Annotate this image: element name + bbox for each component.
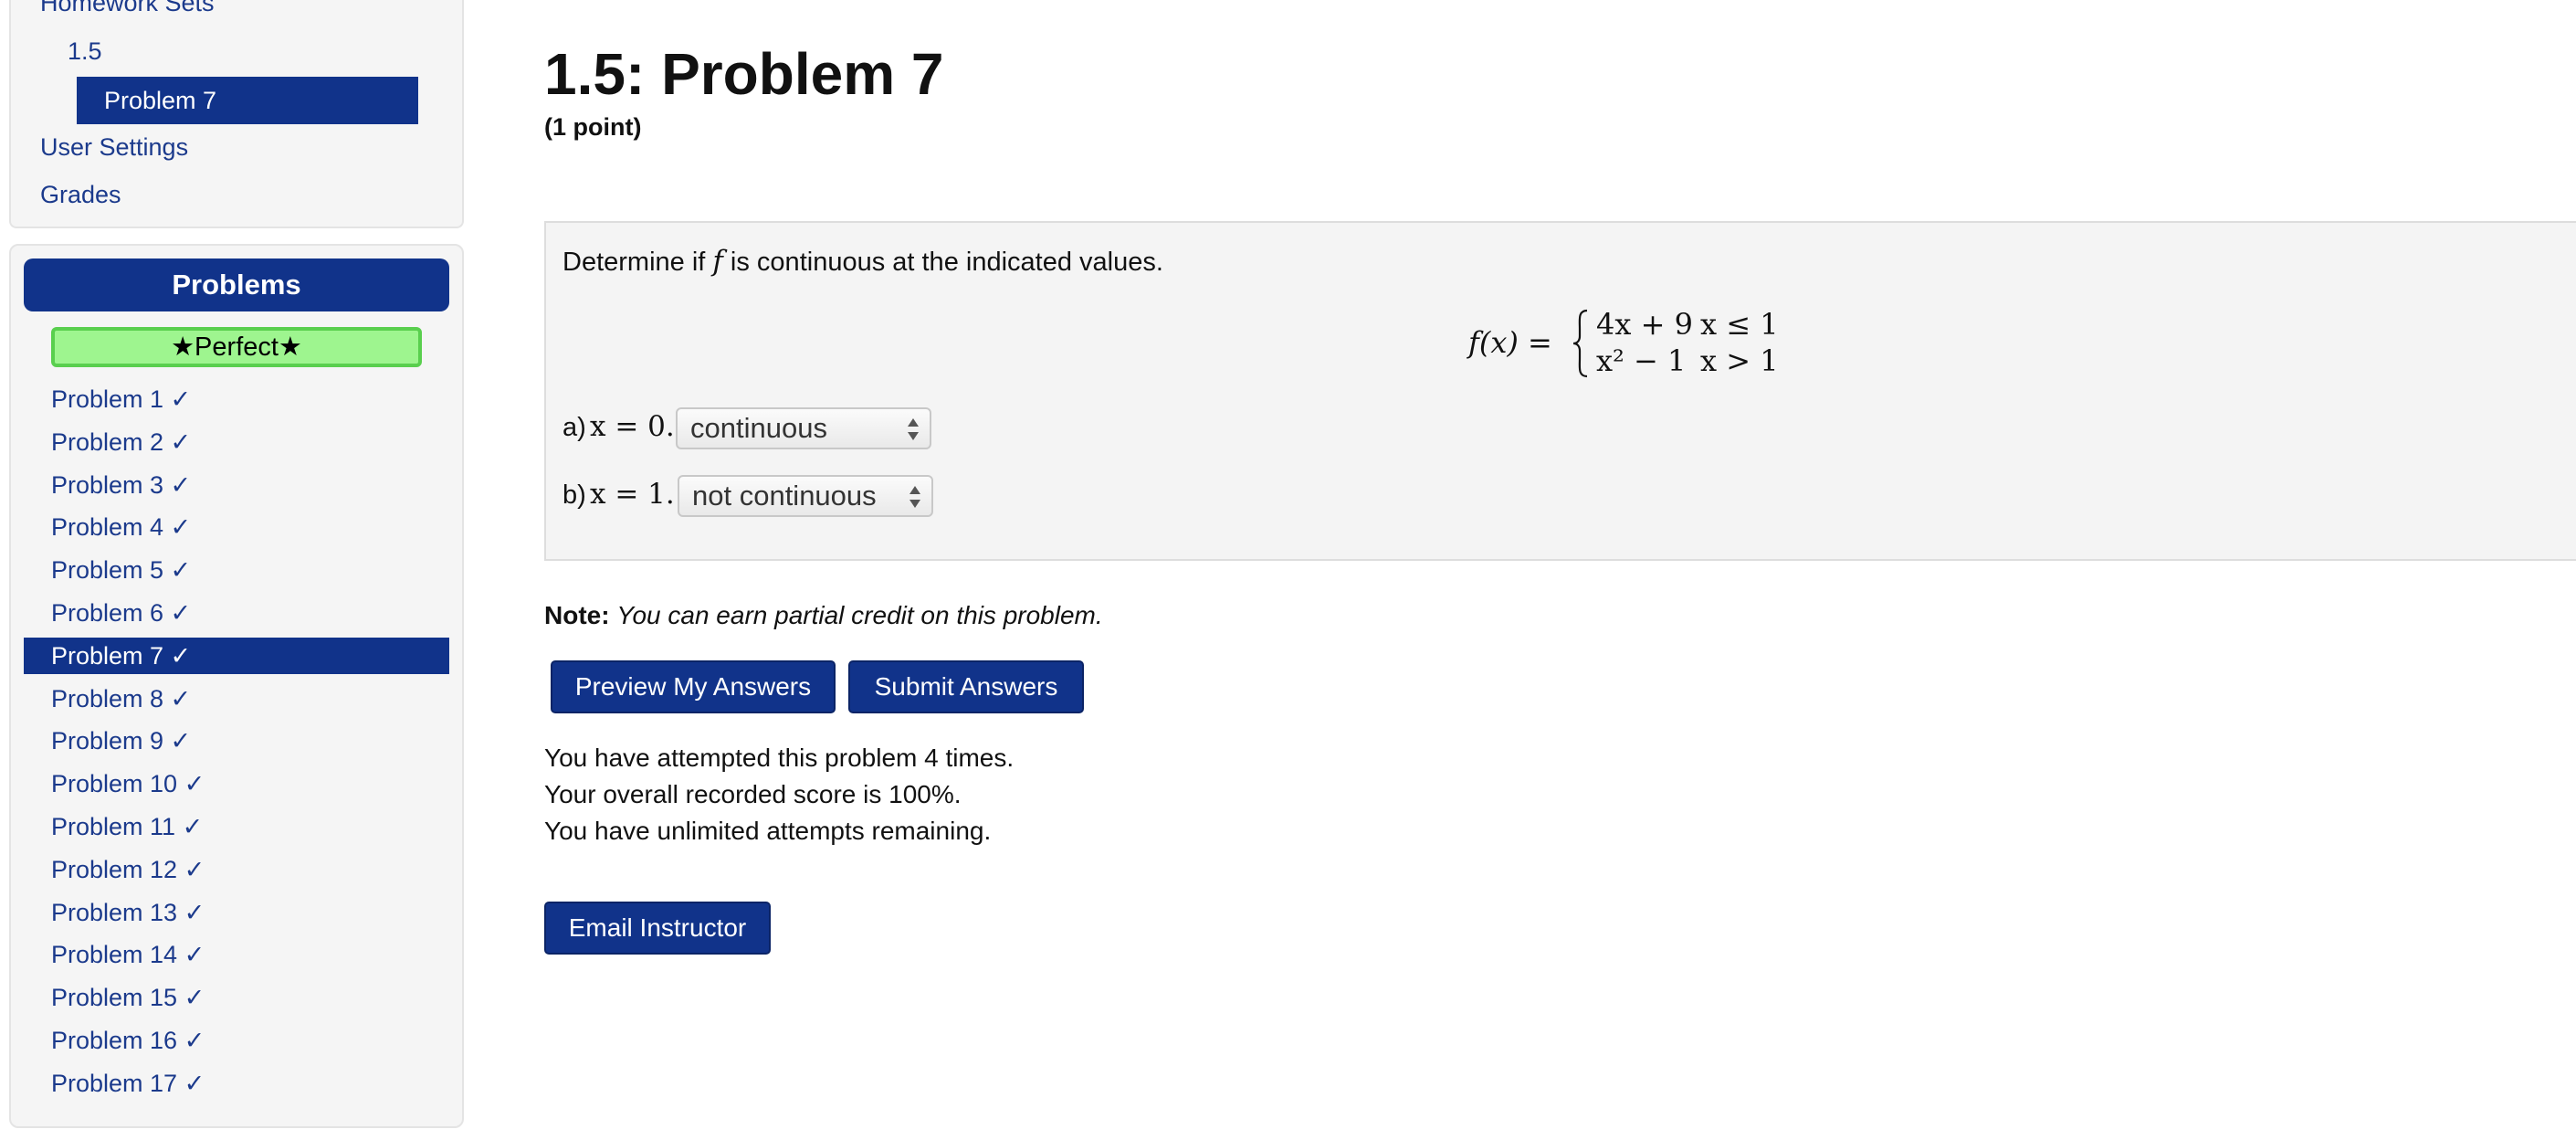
part-b-selected-value: not continuous [692, 480, 877, 512]
problem-list-item[interactable]: Problem 3 ✓ [24, 464, 449, 507]
part-b-select[interactable]: not continuous [678, 475, 933, 517]
nav-set-link[interactable]: 1.5 [68, 37, 102, 66]
page-title: 1.5: Problem 7 [544, 41, 944, 107]
problem-list-item[interactable]: Problem 2 ✓ [24, 421, 449, 464]
question-suffix: is continuous at the indicated values. [722, 248, 1163, 277]
nav-current-problem[interactable]: Problem 7 [77, 77, 418, 124]
case-1-condition: x ≤ 1 [1700, 307, 1779, 342]
remaining-text: You have unlimited attempts remaining. [544, 817, 992, 845]
left-brace-icon [1572, 309, 1588, 378]
problem-list-item[interactable]: Problem 6 ✓ [24, 592, 449, 635]
case-2-condition: x > 1 [1700, 343, 1779, 378]
question-text: Determine if f is continuous at the indi… [563, 245, 1163, 278]
select-arrows-icon [908, 418, 919, 440]
problem-body: Determine if f is continuous at the indi… [544, 221, 2576, 561]
part-b-label: b) [563, 480, 586, 510]
note-text: You can earn partial credit on this prob… [616, 601, 1103, 629]
submit-answers-button[interactable]: Submit Answers [848, 660, 1084, 713]
problem-list-item[interactable]: Problem 15 ✓ [24, 976, 449, 1019]
preview-answers-button[interactable]: Preview My Answers [551, 660, 836, 713]
problem-list-item[interactable]: Problem 11 ✓ [24, 806, 449, 849]
problem-points: (1 point) [544, 113, 642, 141]
score-text: Your overall recorded score is 100%. [544, 780, 962, 808]
sidebar: Homework Sets 1.5 Problem 7 User Setting… [0, 0, 468, 1129]
problem-list-item[interactable]: Problem 13 ✓ [24, 892, 449, 934]
problem-list-item[interactable]: Problem 1 ✓ [24, 378, 449, 421]
problem-list-item[interactable]: Problem 5 ✓ [24, 549, 449, 592]
question-prefix: Determine if [563, 248, 713, 277]
problem-list-item[interactable]: Problem 8 ✓ [24, 678, 449, 721]
case-1-expression: 4x + 9 [1596, 307, 1693, 342]
select-arrows-icon [909, 486, 920, 508]
problem-list-item[interactable]: Problem 4 ✓ [24, 506, 449, 549]
nav-homework-sets-link[interactable]: Homework Sets [40, 0, 215, 17]
problem-list-item-current[interactable]: Problem 7 ✓ [24, 638, 449, 675]
part-a-math: x = 0. [590, 410, 675, 443]
perfect-badge: ★Perfect★ [51, 327, 422, 367]
problem-list-item[interactable]: Problem 9 ✓ [24, 720, 449, 763]
problem-list-item[interactable]: Problem 17 ✓ [24, 1062, 449, 1105]
problem-list-item[interactable]: Problem 14 ✓ [24, 934, 449, 976]
problem-list: Problem 1 ✓ Problem 2 ✓ Problem 3 ✓ Problem… [24, 378, 449, 1105]
problem-list-item[interactable]: Problem 10 ✓ [24, 763, 449, 806]
formula-lhs: f(x) = [1468, 325, 1552, 360]
part-a-label: a) [563, 413, 586, 442]
case-2-expression: x² − 1 [1596, 343, 1687, 378]
question-function-var: f [712, 245, 723, 278]
part-a-select[interactable]: continuous [676, 407, 931, 449]
partial-credit-note: Note: You can earn partial credit on thi… [544, 601, 1103, 630]
nav-user-settings-link[interactable]: User Settings [40, 133, 188, 162]
part-b-math: x = 1. [590, 478, 675, 511]
problems-panel: Problems ★Perfect★ Problem 1 ✓ Problem 2 … [9, 244, 464, 1128]
problem-list-item[interactable]: Problem 12 ✓ [24, 849, 449, 892]
problem-list-item[interactable]: Problem 16 ✓ [24, 1019, 449, 1062]
site-navigation: Homework Sets 1.5 Problem 7 User Setting… [9, 0, 464, 228]
problems-header: Problems [24, 259, 449, 311]
note-label: Note: [544, 601, 610, 629]
nav-grades-link[interactable]: Grades [40, 181, 121, 209]
part-a-selected-value: continuous [690, 412, 827, 444]
email-instructor-button[interactable]: Email Instructor [544, 902, 771, 955]
attempts-text: You have attempted this problem 4 times. [544, 744, 1015, 772]
